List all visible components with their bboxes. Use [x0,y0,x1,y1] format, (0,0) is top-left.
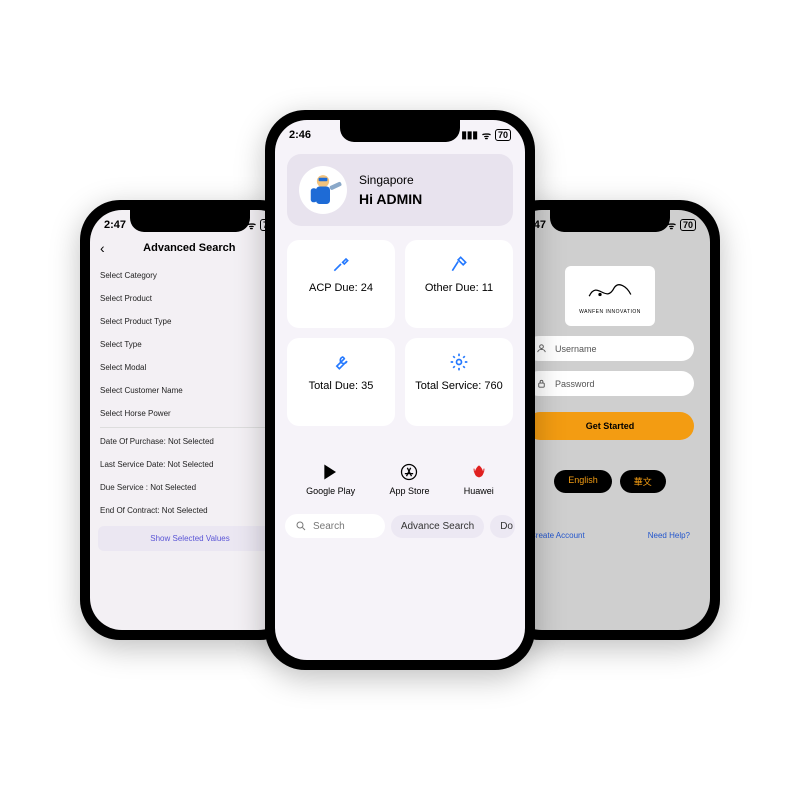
location-label: Singapore [359,173,422,187]
select-horse-power[interactable]: Select Horse Power⌄ [100,402,280,425]
select-type[interactable]: Select Type⌄ [100,333,280,356]
create-account-link[interactable]: Create Account [530,531,585,540]
date-of-purchase[interactable]: Date Of Purchase: Not Selected [100,430,280,453]
battery-icon: 70 [495,129,511,141]
store-links: Google Play App Store Huawei [275,432,525,506]
huawei-icon [469,462,489,482]
gear-icon [449,352,469,372]
lock-icon [536,378,547,389]
user-icon [536,343,547,354]
show-selected-values-button[interactable]: Show Selected Values [98,526,282,551]
greeting-card: Singapore Hi ADMIN [287,154,513,226]
language-english-button[interactable]: English [554,470,612,493]
language-chinese-button[interactable]: 華文 [620,470,666,493]
screwdriver-icon [331,254,351,274]
status-time: 2:47 [104,219,126,231]
tile-acp-due[interactable]: ACP Due: 24 [287,240,395,328]
select-customer-name[interactable]: Select Customer Name⌄ [100,379,280,402]
select-category[interactable]: Select Category⌄ [100,264,280,287]
tile-label: Total Due: 35 [309,380,374,392]
advance-search-button[interactable]: Advance Search [391,515,484,538]
google-play-link[interactable]: Google Play [306,462,355,496]
tile-other-due[interactable]: Other Due: 11 [405,240,513,328]
page-title: Advanced Search [99,242,280,254]
select-product[interactable]: Select Product⌄ [100,287,280,310]
tile-label: Total Service: 760 [415,380,502,392]
need-help-link[interactable]: Need Help? [648,531,690,540]
phone-dashboard: 2:46 ▮▮▮ ᯤ 70 [265,110,535,670]
tile-total-service[interactable]: Total Service: 760 [405,338,513,426]
notch [340,120,460,142]
brand-logo: WANFEN INNOVATION [565,266,655,326]
avatar [299,166,347,214]
select-modal[interactable]: Select Modal⌄ [100,356,280,379]
status-time: 2:46 [289,129,311,141]
last-service-date[interactable]: Last Service Date: Not Selected [100,453,280,476]
search-icon [295,520,307,532]
tile-label: ACP Due: 24 [309,282,373,294]
filter-list: Select Category⌄ Select Product⌄ Select … [90,264,290,425]
select-product-type[interactable]: Select Product Type⌄ [100,310,280,333]
signal-icon: ▮▮▮ [461,130,478,141]
greeting-label: Hi ADMIN [359,191,422,207]
tile-label: Other Due: 11 [425,282,493,294]
do-button[interactable]: Do [490,515,515,538]
notch [130,210,250,232]
password-field[interactable]: Password [526,371,694,396]
end-of-contract[interactable]: End Of Contract: Not Selected [100,499,280,522]
wifi-icon: ᯤ [482,128,491,142]
app-store-link[interactable]: App Store [389,462,429,496]
hammer-icon [449,254,469,274]
due-service[interactable]: Due Service : Not Selected [100,476,280,499]
wrench-icon [331,352,351,372]
battery-icon: 70 [680,219,696,231]
divider [100,427,280,428]
google-play-icon [321,462,341,482]
tile-total-due[interactable]: Total Due: 35 [287,338,395,426]
huawei-link[interactable]: Huawei [464,462,494,496]
notch [550,210,670,232]
get-started-button[interactable]: Get Started [526,412,694,440]
app-store-icon [399,462,419,482]
username-field[interactable]: Username [526,336,694,361]
search-input[interactable]: Search [285,514,385,538]
